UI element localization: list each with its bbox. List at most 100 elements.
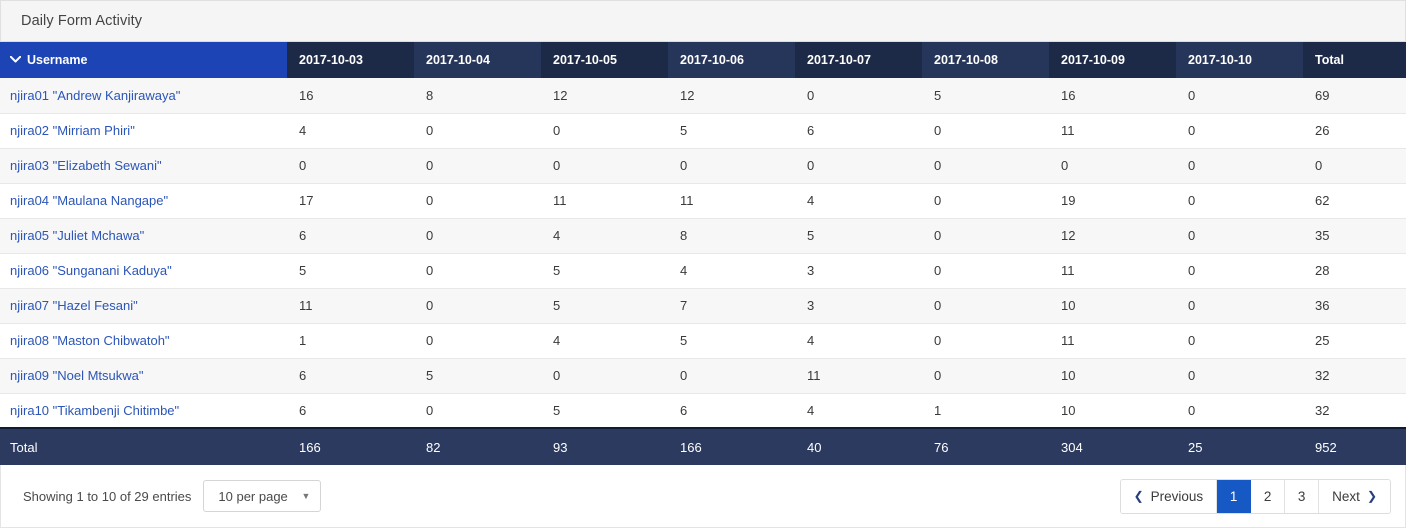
column-header-date-1[interactable]: 2017-10-03 xyxy=(287,42,414,78)
column-header-date-6[interactable]: 2017-10-08 xyxy=(922,42,1049,78)
cell-row-total: 35 xyxy=(1303,218,1406,254)
username-cell: njira07 "Hazel Fesani" xyxy=(0,288,287,324)
cell-value: 4 xyxy=(541,323,668,359)
cell-value: 5 xyxy=(922,78,1049,114)
totals-value: 40 xyxy=(795,427,922,465)
pagination-page-2[interactable]: 2 xyxy=(1251,479,1286,513)
cell-value: 6 xyxy=(287,218,414,254)
column-header-username-label: Username xyxy=(27,53,88,67)
username-link[interactable]: njira02 "Mirriam Phiri" xyxy=(10,123,135,138)
column-header-date-5[interactable]: 2017-10-07 xyxy=(795,42,922,78)
cell-value: 10 xyxy=(1049,358,1176,394)
username-link[interactable]: njira03 "Elizabeth Sewani" xyxy=(10,158,162,173)
cell-value: 0 xyxy=(541,358,668,394)
table-footer-totals: Total 166 82 93 166 40 76 304 25 952 xyxy=(0,427,1406,465)
cell-value: 0 xyxy=(922,148,1049,184)
totals-value: 25 xyxy=(1176,427,1303,465)
cell-value: 6 xyxy=(287,358,414,394)
cell-row-total: 69 xyxy=(1303,78,1406,114)
cell-value: 0 xyxy=(287,148,414,184)
cell-value: 0 xyxy=(922,358,1049,394)
cell-value: 0 xyxy=(1176,78,1303,114)
table-row: njira02 "Mirriam Phiri" 4 0 0 5 6 0 11 0… xyxy=(0,113,1406,149)
cell-row-total: 32 xyxy=(1303,393,1406,429)
username-link[interactable]: njira10 "Tikambenji Chitimbe" xyxy=(10,403,179,418)
cell-value: 4 xyxy=(287,113,414,149)
per-page-select[interactable]: 10 per page ▼ xyxy=(203,480,322,512)
cell-value: 0 xyxy=(1176,358,1303,394)
totals-value: 82 xyxy=(414,427,541,465)
username-cell: njira03 "Elizabeth Sewani" xyxy=(0,148,287,184)
username-link[interactable]: njira07 "Hazel Fesani" xyxy=(10,298,138,313)
entries-controls: Showing 1 to 10 of 29 entries 10 per pag… xyxy=(23,480,322,512)
cell-value: 0 xyxy=(922,218,1049,254)
column-header-date-8[interactable]: 2017-10-10 xyxy=(1176,42,1303,78)
cell-value: 3 xyxy=(795,288,922,324)
table-row: njira01 "Andrew Kanjirawaya" 16 8 12 12 … xyxy=(0,78,1406,114)
pagination-previous-button[interactable]: ❮ Previous xyxy=(1120,479,1218,513)
username-cell: njira02 "Mirriam Phiri" xyxy=(0,113,287,149)
chevron-down-icon xyxy=(9,55,22,66)
cell-value: 0 xyxy=(922,113,1049,149)
cell-value: 12 xyxy=(1049,218,1176,254)
table-header: Username 2017-10-03 2017-10-04 2017-10-0… xyxy=(0,42,1406,78)
cell-value: 8 xyxy=(414,78,541,114)
cell-value: 19 xyxy=(1049,183,1176,219)
cell-value: 0 xyxy=(922,183,1049,219)
username-link[interactable]: njira04 "Maulana Nangape" xyxy=(10,193,168,208)
cell-value: 5 xyxy=(795,218,922,254)
entries-info: Showing 1 to 10 of 29 entries xyxy=(23,488,192,504)
username-cell: njira04 "Maulana Nangape" xyxy=(0,183,287,219)
cell-value: 0 xyxy=(795,148,922,184)
username-link[interactable]: njira09 "Noel Mtsukwa" xyxy=(10,368,144,383)
pagination-page-3[interactable]: 3 xyxy=(1285,479,1320,513)
column-header-date-4[interactable]: 2017-10-06 xyxy=(668,42,795,78)
cell-value: 11 xyxy=(1049,253,1176,289)
table-body: njira01 "Andrew Kanjirawaya" 16 8 12 12 … xyxy=(0,78,1406,429)
cell-value: 0 xyxy=(1176,323,1303,359)
username-cell: njira10 "Tikambenji Chitimbe" xyxy=(0,393,287,429)
column-header-username[interactable]: Username xyxy=(0,42,287,78)
table-row: njira07 "Hazel Fesani" 11 0 5 7 3 0 10 0… xyxy=(0,288,1406,324)
column-header-date-2[interactable]: 2017-10-04 xyxy=(414,42,541,78)
cell-row-total: 0 xyxy=(1303,148,1406,184)
username-cell: njira01 "Andrew Kanjirawaya" xyxy=(0,78,287,114)
cell-value: 0 xyxy=(668,148,795,184)
cell-value: 5 xyxy=(287,253,414,289)
cell-value: 5 xyxy=(541,393,668,429)
cell-value: 16 xyxy=(287,78,414,114)
cell-value: 12 xyxy=(668,78,795,114)
pagination-next-label: Next xyxy=(1332,488,1360,504)
cell-row-total: 26 xyxy=(1303,113,1406,149)
cell-value: 0 xyxy=(1176,113,1303,149)
totals-row: Total 166 82 93 166 40 76 304 25 952 xyxy=(0,427,1406,465)
cell-value: 11 xyxy=(1049,113,1176,149)
username-link[interactable]: njira08 "Maston Chibwatoh" xyxy=(10,333,170,348)
column-header-date-3[interactable]: 2017-10-05 xyxy=(541,42,668,78)
cell-value: 0 xyxy=(922,288,1049,324)
username-link[interactable]: njira01 "Andrew Kanjirawaya" xyxy=(10,88,180,103)
totals-value: 166 xyxy=(668,427,795,465)
column-header-date-7[interactable]: 2017-10-09 xyxy=(1049,42,1176,78)
cell-value: 0 xyxy=(668,358,795,394)
table-row: njira08 "Maston Chibwatoh" 1 0 4 5 4 0 1… xyxy=(0,323,1406,359)
cell-value: 1 xyxy=(287,323,414,359)
pagination-next-button[interactable]: Next ❯ xyxy=(1319,479,1390,513)
cell-value: 0 xyxy=(1176,218,1303,254)
daily-form-activity-panel: Daily Form Activity Username 2017-10-03 … xyxy=(0,0,1406,528)
cell-value: 4 xyxy=(795,183,922,219)
cell-value: 4 xyxy=(795,323,922,359)
cell-value: 12 xyxy=(541,78,668,114)
cell-value: 10 xyxy=(1049,288,1176,324)
column-header-total[interactable]: Total xyxy=(1303,42,1406,78)
cell-row-total: 28 xyxy=(1303,253,1406,289)
cell-value: 11 xyxy=(541,183,668,219)
username-link[interactable]: njira06 "Sunganani Kaduya" xyxy=(10,263,172,278)
cell-value: 4 xyxy=(541,218,668,254)
cell-value: 11 xyxy=(668,183,795,219)
cell-value: 0 xyxy=(414,288,541,324)
cell-value: 5 xyxy=(668,113,795,149)
username-link[interactable]: njira05 "Juliet Mchawa" xyxy=(10,228,144,243)
cell-value: 0 xyxy=(541,113,668,149)
pagination-page-1[interactable]: 1 xyxy=(1217,479,1252,513)
